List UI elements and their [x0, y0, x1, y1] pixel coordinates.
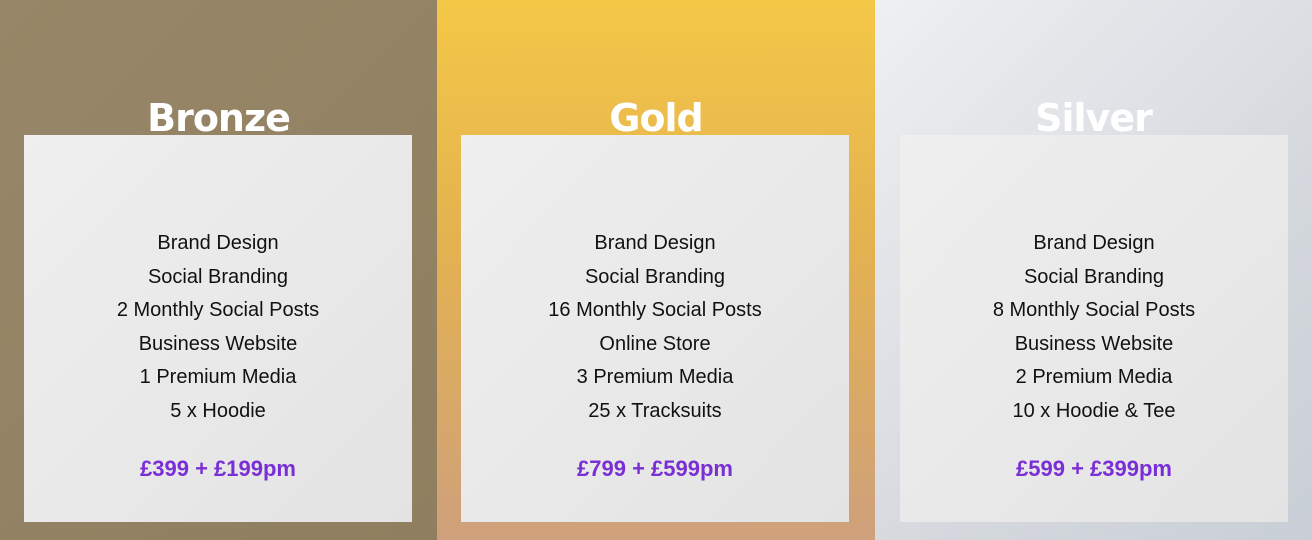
feature-item: Business Website — [138, 332, 298, 355]
feature-item: 25 x Tracksuits — [588, 399, 722, 422]
plan-card: Brand Design Social Branding 8 Monthly S… — [900, 135, 1288, 522]
plan-gold: Gold Brand Design Social Branding 16 Mon… — [437, 0, 875, 540]
plan-bronze: Bronze Brand Design Social Branding 2 Mo… — [0, 0, 437, 540]
feature-item: 2 Premium Media — [1015, 366, 1173, 389]
plan-card: Brand Design Social Branding 16 Monthly … — [461, 135, 849, 522]
feature-item: 5 x Hoodie — [170, 399, 266, 422]
feature-item: 8 Monthly Social Posts — [992, 299, 1196, 322]
feature-item: Brand Design — [157, 232, 279, 254]
feature-item: Social Branding — [1023, 265, 1165, 288]
feature-list: Brand Design Social Branding 8 Monthly S… — [900, 227, 1288, 429]
feature-list: Brand Design Social Branding 2 Monthly S… — [24, 227, 412, 429]
feature-item: Brand Design — [1033, 232, 1155, 254]
plan-price: £599 + £399pm — [1016, 456, 1172, 481]
feature-item: 10 x Hoodie & Tee — [1012, 399, 1176, 422]
plan-price: £799 + £599pm — [577, 456, 733, 481]
feature-item: Social Branding — [147, 265, 289, 288]
feature-item: 16 Monthly Social Posts — [548, 299, 762, 322]
plan-silver: Silver Brand Design Social Branding 8 Mo… — [875, 0, 1312, 540]
plan-price: £399 + £199pm — [140, 456, 296, 481]
feature-item: Social Branding — [584, 265, 726, 288]
feature-item: 1 Premium Media — [139, 366, 297, 389]
feature-item: 3 Premium Media — [576, 366, 734, 389]
feature-item: Brand Design — [594, 232, 716, 254]
pricing-plans: Bronze Brand Design Social Branding 2 Mo… — [0, 0, 1312, 540]
plan-title: Gold — [609, 95, 704, 140]
feature-item: Business Website — [1014, 332, 1174, 355]
feature-item: Online Store — [599, 332, 711, 355]
plan-title: Bronze — [147, 95, 291, 140]
feature-item: 2 Monthly Social Posts — [116, 299, 320, 322]
feature-list: Brand Design Social Branding 16 Monthly … — [461, 227, 849, 429]
plan-card: Brand Design Social Branding 2 Monthly S… — [24, 135, 412, 522]
plan-title: Silver — [1035, 95, 1153, 140]
